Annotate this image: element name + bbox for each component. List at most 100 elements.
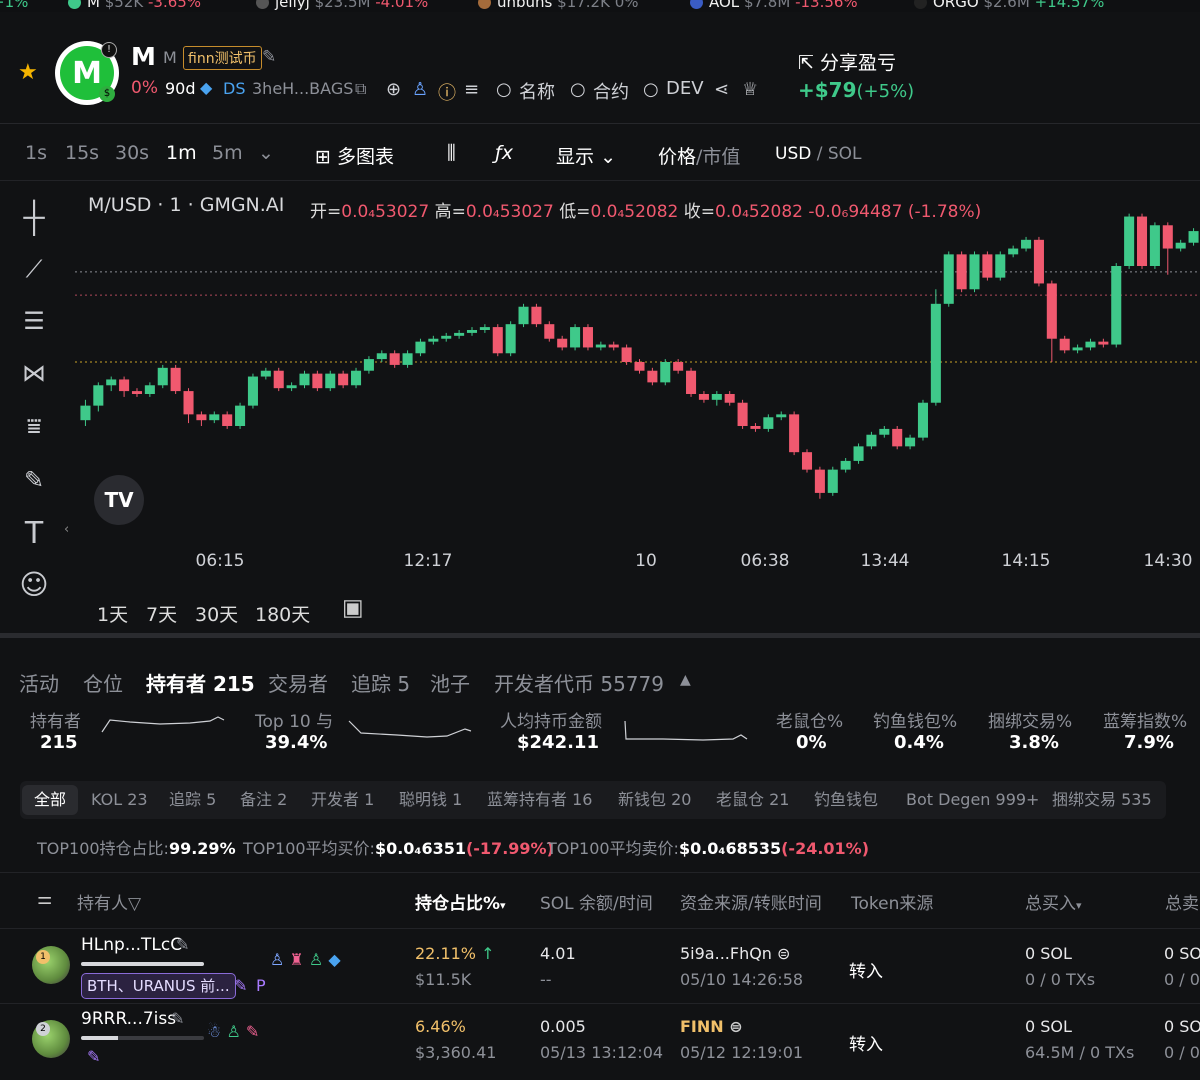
- edit-icon[interactable]: ✎: [262, 47, 276, 67]
- lines-icon[interactable]: ☰: [16, 303, 52, 339]
- token-icon: [914, 0, 927, 9]
- currency-toggle[interactable]: USD / SOL: [775, 144, 862, 164]
- range-180d[interactable]: 180天: [255, 600, 310, 627]
- warning-icon[interactable]: ⓘ: [438, 79, 456, 105]
- multi-chart-button[interactable]: ⊞ 多图表: [315, 142, 394, 169]
- wallet-label[interactable]: BTH、URANUS 前...: [81, 973, 236, 999]
- chip-bundle[interactable]: 捆绑交易 535: [1040, 785, 1164, 815]
- price-mcap-toggle[interactable]: 价格/市值: [658, 142, 740, 169]
- sol-column-header[interactable]: SOL 余额/时间: [540, 889, 653, 914]
- collapse-icon[interactable]: ‹: [64, 522, 69, 537]
- edit-icon[interactable]: ✎: [87, 1047, 100, 1066]
- crown-icon[interactable]: ♕: [742, 79, 758, 100]
- chip-all[interactable]: 全部: [22, 785, 79, 815]
- funding-source[interactable]: FINN ⊜: [680, 1017, 743, 1036]
- tradingview-logo[interactable]: TV: [94, 475, 144, 525]
- candle-down: [312, 373, 323, 389]
- tab-tracked[interactable]: 追踪 5: [351, 668, 410, 697]
- edit-icon[interactable]: ✎: [234, 976, 247, 995]
- token-icon: [68, 0, 81, 9]
- token-source-column-header[interactable]: Token来源: [851, 889, 933, 914]
- chip-developer[interactable]: 开发者 1: [299, 785, 386, 815]
- calendar-icon[interactable]: ▣: [342, 595, 364, 621]
- tab-pools[interactable]: 池子: [430, 668, 470, 697]
- fib-icon[interactable]: ⩸: [16, 408, 52, 444]
- edit-icon[interactable]: ✎: [171, 1009, 184, 1028]
- pattern-icon[interactable]: ⋈: [16, 355, 52, 391]
- display-dropdown[interactable]: 显示 ⌄: [556, 142, 616, 169]
- emoji-icon[interactable]: ☺: [16, 566, 52, 602]
- globe-icon[interactable]: ⊕: [386, 79, 401, 100]
- ds-label[interactable]: DS: [223, 79, 245, 98]
- ticker-item[interactable]: ORGO $2.6M +14.57%: [914, 0, 1104, 11]
- share-pnl-button[interactable]: ⇱ 分享盈亏: [798, 48, 896, 75]
- ticker-item[interactable]: +1%: [0, 0, 28, 11]
- ticker-cap: $7.8M: [743, 0, 791, 11]
- ticker-item[interactable]: M $52K -3.65%: [68, 0, 201, 11]
- search-contract-link[interactable]: 合约: [593, 78, 629, 104]
- arrow-up-icon: ↑: [481, 944, 495, 963]
- chip-phishing[interactable]: 钓鱼钱包: [802, 785, 890, 815]
- chip-tracked[interactable]: 追踪 5: [157, 785, 228, 815]
- holder-column-header[interactable]: 持有人▽: [77, 889, 141, 914]
- ticker-item[interactable]: AOL $7.8M -13.56%: [690, 0, 858, 11]
- collapse-up-icon[interactable]: ▲: [680, 672, 691, 688]
- search-icon[interactable]: ○: [643, 79, 659, 100]
- crosshair-icon[interactable]: ┼: [16, 199, 52, 235]
- tab-holders[interactable]: 持有者 215: [146, 668, 255, 697]
- menu-icon[interactable]: ≡: [464, 79, 479, 100]
- candle-up: [1008, 248, 1019, 255]
- bought-header-label: 总买入: [1025, 894, 1076, 914]
- chip-kol[interactable]: KOL 23: [79, 785, 160, 815]
- search-name-link[interactable]: 名称: [519, 78, 555, 104]
- star-icon[interactable]: ★: [18, 60, 38, 85]
- stat-avg-value: $242.11: [517, 732, 599, 753]
- range-1d[interactable]: 1天: [97, 600, 128, 627]
- interval-1m[interactable]: 1m: [166, 142, 197, 164]
- search-dev-link[interactable]: DEV: [666, 78, 704, 99]
- holder-address[interactable]: HLnp...TLcC: [81, 935, 182, 955]
- ticker-item[interactable]: unbuns $17.2K 0%: [478, 0, 639, 11]
- table-divider: [0, 928, 1200, 929]
- chip-rat[interactable]: 老鼠仓 21: [704, 785, 801, 815]
- trendline-icon[interactable]: ⟋: [16, 251, 52, 287]
- tab-positions[interactable]: 仓位: [83, 668, 123, 697]
- candlestick-chart[interactable]: 06:15 12:17 10 06:38 13:44 14:15 14:30: [75, 182, 1200, 632]
- interval-15s[interactable]: 15s: [65, 142, 99, 164]
- chip-bluechip[interactable]: 蓝筹持有者 16: [475, 785, 604, 815]
- share-column-header[interactable]: 持仓占比%▾: [415, 889, 506, 914]
- sold-column-header[interactable]: 总卖: [1165, 889, 1199, 914]
- bought-column-header[interactable]: 总买入▾: [1025, 889, 1082, 914]
- source-column-header[interactable]: 资金来源/转账时间: [680, 889, 822, 914]
- copy-icon[interactable]: ⧉: [355, 79, 366, 99]
- interval-30s[interactable]: 30s: [115, 142, 149, 164]
- funding-source[interactable]: 5i9a...FhQn ⊜: [680, 944, 790, 963]
- chip-notes[interactable]: 备注 2: [228, 785, 299, 815]
- table-settings-icon[interactable]: ⚌: [37, 889, 52, 909]
- token-address[interactable]: 3heH...BAGS: [252, 79, 353, 98]
- user-icon[interactable]: ♙: [412, 79, 428, 100]
- range-7d[interactable]: 7天: [146, 600, 177, 627]
- brush-icon[interactable]: ✎: [16, 462, 52, 498]
- edit-icon[interactable]: ✎: [176, 935, 189, 954]
- candle-type-icon[interactable]: ⫼: [447, 142, 456, 164]
- chip-bot-degen[interactable]: Bot Degen 999+: [894, 785, 1051, 815]
- chevron-down-icon[interactable]: ⌄: [258, 142, 274, 164]
- range-30d[interactable]: 30天: [195, 600, 238, 627]
- share-nodes-icon[interactable]: ⋖: [714, 79, 729, 100]
- holder-address[interactable]: 9RRR...7iss: [81, 1009, 176, 1029]
- tab-dev-tokens[interactable]: 开发者代币 55779: [494, 668, 664, 697]
- ticker-item[interactable]: jellyj $23.5M -4.01%: [256, 0, 428, 11]
- panel-divider[interactable]: [0, 633, 1200, 638]
- tab-activity[interactable]: 活动: [19, 668, 59, 697]
- chip-smart-money[interactable]: 聪明钱 1: [387, 785, 474, 815]
- interval-5m[interactable]: 5m: [212, 142, 243, 164]
- search-icon[interactable]: ○: [570, 79, 586, 100]
- tab-traders[interactable]: 交易者: [268, 668, 328, 697]
- text-tool-icon[interactable]: T: [16, 515, 52, 551]
- drawing-tools: ┼ ⟋ ☰ ⋈ ⩸ ✎ T ☺ ‹: [0, 182, 69, 622]
- indicator-icon[interactable]: ƒx: [495, 142, 513, 164]
- interval-1s[interactable]: 1s: [25, 142, 47, 164]
- search-icon[interactable]: ○: [496, 79, 512, 100]
- chip-new-wallet[interactable]: 新钱包 20: [606, 785, 703, 815]
